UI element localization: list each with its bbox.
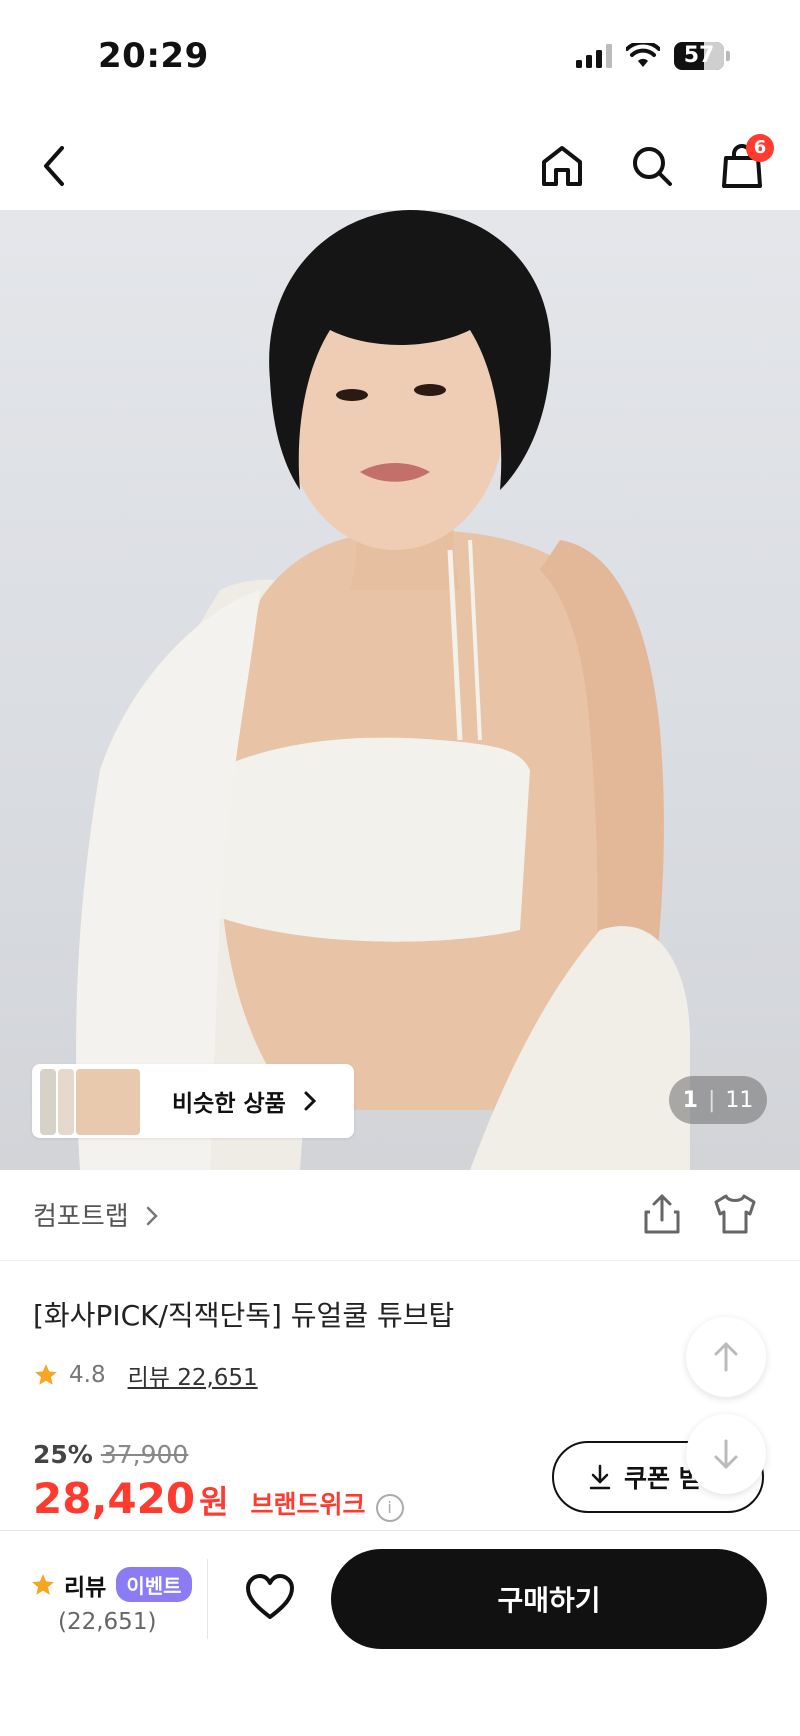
heart-icon[interactable] [244, 1573, 296, 1621]
similar-products-button[interactable]: 비슷한 상품 [32, 1064, 354, 1138]
currency-label: 원 [199, 1483, 229, 1521]
top-navbar [0, 120, 800, 210]
review-event-button[interactable]: 리뷰 이벤트 [30, 1567, 192, 1602]
similar-thumbnails [36, 1067, 146, 1135]
pager-divider: | [707, 1087, 716, 1113]
arrow-down-icon [714, 1439, 738, 1469]
cart-count-badge: 6 [746, 134, 774, 162]
event-badge: 이벤트 [116, 1567, 192, 1602]
star-icon [35, 1364, 57, 1385]
info-icon[interactable]: i [375, 1494, 404, 1522]
back-chevron-icon[interactable] [32, 142, 80, 190]
brand-link[interactable]: 컴포트랩 [33, 1196, 161, 1233]
similar-thumbnail [58, 1069, 74, 1135]
pager-total: 11 [725, 1087, 754, 1113]
review-label: 리뷰 [64, 1574, 107, 1601]
status-icons: 57 [576, 42, 730, 70]
similar-products-label: 비슷한 상품 [172, 1091, 286, 1117]
product-image-carousel[interactable] [0, 210, 800, 1170]
original-price: 37,900 [100, 1440, 189, 1469]
brand-week-label: 브랜드위크 [250, 1490, 366, 1519]
price-row: 28,420 원 브랜드위크 i [33, 1474, 404, 1523]
chevron-right-icon [146, 1206, 158, 1226]
star-icon [32, 1573, 54, 1595]
battery-nub [726, 51, 730, 61]
battery-icon: 57 [674, 42, 724, 70]
arrow-up-icon [714, 1342, 738, 1372]
battery-level: 57 [683, 43, 715, 68]
review-count: (22,651) [58, 1609, 157, 1635]
chevron-right-icon [304, 1091, 316, 1111]
share-icon[interactable] [642, 1192, 682, 1236]
pager-current: 1 [682, 1087, 698, 1113]
status-time: 20:29 [98, 36, 209, 76]
wifi-icon [626, 43, 660, 67]
review-count-link[interactable]: 리뷰 22,651 [128, 1358, 258, 1392]
similar-thumbnail [76, 1069, 140, 1135]
rating-row: 4.8 리뷰 22,651 [33, 1358, 258, 1392]
bottom-divider [207, 1559, 208, 1639]
discount-row: 25% 37,900 [33, 1440, 188, 1469]
buy-button[interactable]: 구매하기 [331, 1549, 767, 1649]
scroll-up-button[interactable] [686, 1317, 766, 1397]
similar-thumbnail [40, 1069, 56, 1135]
brand-row: 컴포트랩 [0, 1170, 800, 1261]
scroll-down-button[interactable] [686, 1414, 766, 1494]
try-on-shirt-icon[interactable] [712, 1192, 758, 1236]
image-pager: 1 | 11 [669, 1076, 767, 1124]
sale-price: 28,420 [33, 1474, 196, 1523]
product-photo [76, 210, 690, 1170]
product-title: [화사PICK/직잭단독] 듀얼쿨 튜브탑 [33, 1299, 455, 1332]
search-icon[interactable] [628, 142, 676, 190]
home-icon[interactable] [538, 142, 586, 190]
brand-name: 컴포트랩 [33, 1202, 129, 1232]
download-icon [589, 1464, 611, 1490]
rating-value: 4.8 [69, 1362, 106, 1388]
bottom-action-bar: 리뷰 이벤트 (22,651) 구매하기 [0, 1530, 800, 1736]
signal-icon [576, 44, 612, 68]
discount-rate: 25% [33, 1440, 93, 1469]
